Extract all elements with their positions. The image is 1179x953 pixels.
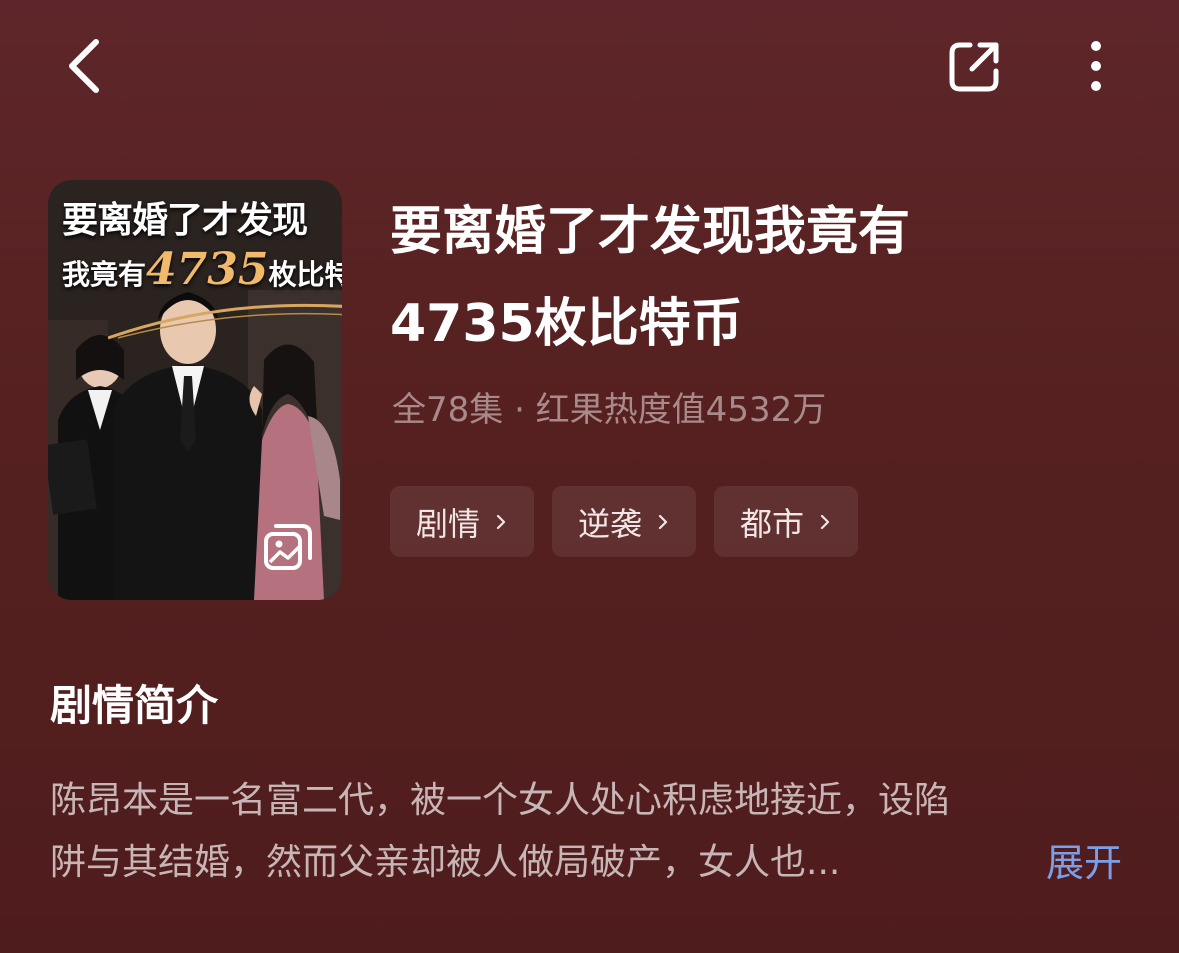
more-options-button[interactable] xyxy=(1064,30,1128,102)
cover-title-line1: 要离婚了才发现 xyxy=(62,199,308,241)
drama-title-line1: 要离婚了才发现我竟有 xyxy=(390,202,911,262)
chevron-left-icon xyxy=(69,39,99,93)
cover-title-number: 4735 xyxy=(146,244,269,295)
tag-chip[interactable]: 逆袭 xyxy=(552,486,697,557)
tag-label: 逆袭 xyxy=(578,504,643,543)
tag-label: 都市 xyxy=(740,504,805,543)
cover-decorative-arc xyxy=(108,303,342,340)
chevron-right-icon xyxy=(496,514,506,529)
chevron-right-icon xyxy=(820,514,830,529)
expand-synopsis-button[interactable]: 展开 xyxy=(1046,832,1122,894)
drama-title: 要离婚了才发现我竟有 4735枚比特币 xyxy=(390,186,1030,370)
more-vertical-icon xyxy=(1091,41,1101,91)
tag-list: 剧情 逆袭 都市 xyxy=(390,486,859,557)
synopsis-text[interactable]: 陈昂本是一名富二代，被一个女人处心积虑地接近，设陷 阱与其结婚，然而父亲却被人做… xyxy=(50,770,1130,894)
back-button[interactable] xyxy=(52,30,116,102)
synopsis-line: 阱与其结婚，然而父亲却被人做局破产，女人也... xyxy=(50,842,841,883)
drama-title-line2: 4735枚比特币 xyxy=(390,294,743,354)
top-navigation-bar xyxy=(0,0,1179,140)
chevron-right-icon xyxy=(658,514,668,529)
tag-chip[interactable]: 剧情 xyxy=(390,486,535,557)
synopsis-heading: 剧情简介 xyxy=(50,681,219,730)
share-icon xyxy=(949,42,999,92)
image-gallery-icon[interactable] xyxy=(262,520,314,572)
share-button[interactable] xyxy=(936,30,1014,102)
cover-title-prefix: 我竟有 xyxy=(62,258,147,291)
tag-chip[interactable]: 都市 xyxy=(714,486,859,557)
tag-label: 剧情 xyxy=(416,504,481,543)
cover-title: 要离婚了才发现 我竟有4735枚比特币 xyxy=(62,198,342,303)
cover-title-line2: 我竟有4735枚比特币 xyxy=(62,242,342,303)
cover-title-suffix: 枚比特币 xyxy=(268,258,342,291)
drama-meta-info: 全78集 · 红果热度值4532万 xyxy=(392,390,827,430)
synopsis-line: 陈昂本是一名富二代，被一个女人处心积虑地接近，设陷 xyxy=(50,780,951,821)
